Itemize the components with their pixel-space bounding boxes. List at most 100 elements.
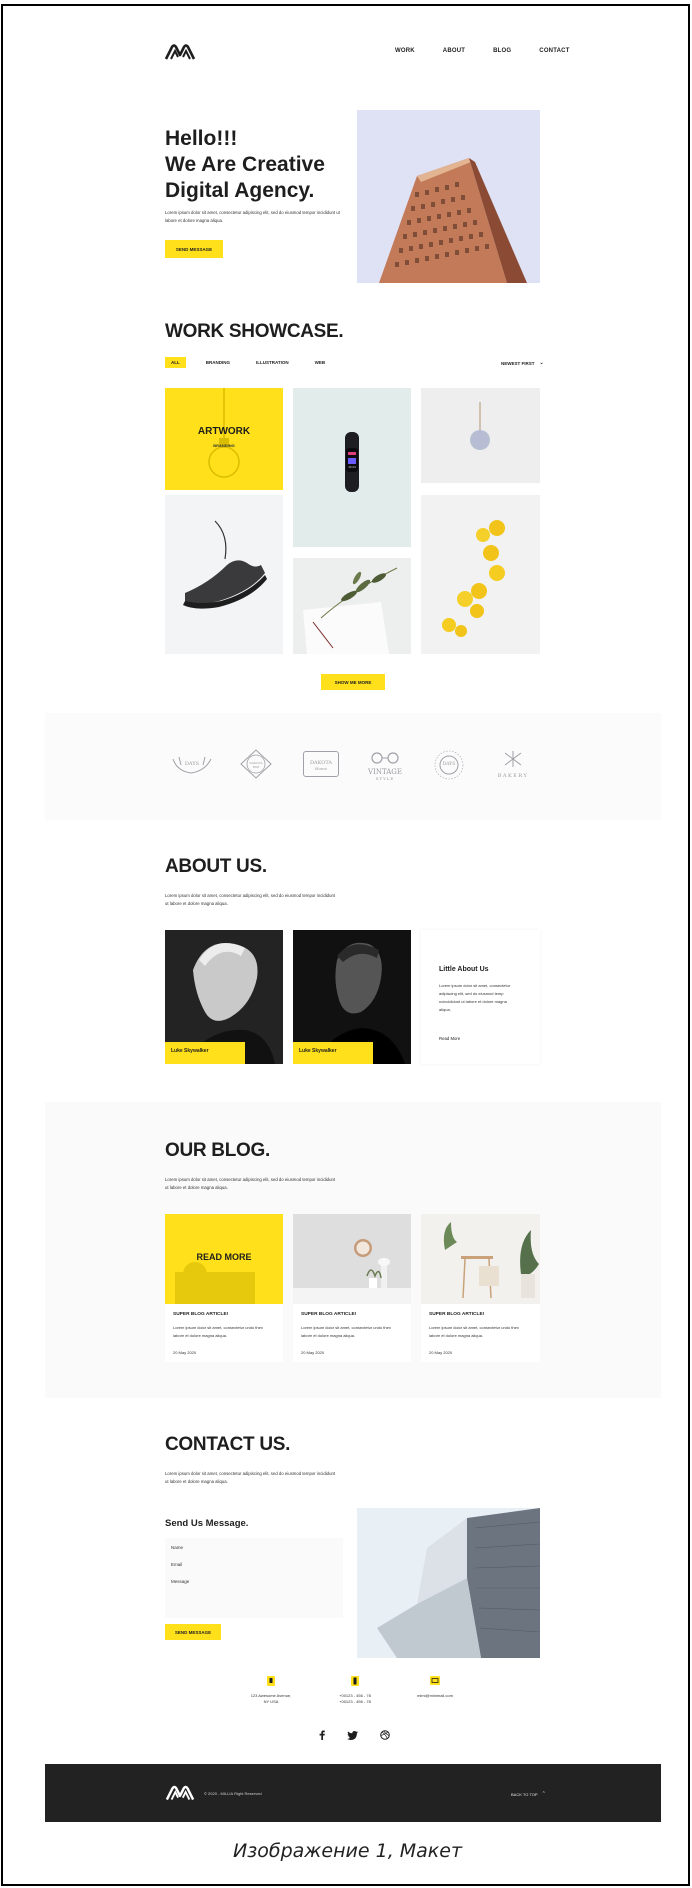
sneaker-icon [183, 520, 267, 609]
work-tile-smartwatch[interactable]: 16:24 [293, 388, 411, 547]
email-field[interactable]: Email [171, 1562, 339, 1567]
team-member-1-name: Luke Skywalker [171, 1048, 209, 1054]
about-read-more-link[interactable]: Read More [439, 1036, 460, 1041]
image-caption: Изображение 1, Макет [232, 1840, 463, 1862]
blog-card-3-line1: Lorem ipsum dolor sit amet, consectetur … [429, 1325, 519, 1330]
map-pin-icon [267, 1676, 275, 1686]
phone-block: +00123 - 456 - 78 +00123 - 456 - 78 [327, 1676, 383, 1705]
blog-card-2-line1: Lorem ipsum dolor sit amet, consectetur … [301, 1325, 391, 1330]
email-address[interactable]: mimi@minimail.com [405, 1693, 465, 1699]
team-card-2[interactable]: Luke Skywalker [293, 930, 411, 1064]
brand-logos-band: DAYS DAKOTA RIDE DAKOTA Home VINTAGE STY… [45, 713, 661, 820]
name-field[interactable]: Name [171, 1545, 339, 1550]
work-tile-wall-lamp[interactable] [421, 388, 540, 483]
team-card-1-label: Luke Skywalker [165, 1042, 245, 1064]
sort-dropdown[interactable]: NEWEST FIRST ⌄ [501, 360, 544, 366]
brand-logo-4: VINTAGE STYLE [367, 749, 403, 781]
back-to-top-link[interactable]: BACK TO TOP ⌃ [511, 1791, 546, 1797]
footer: © 2020 - MILLIA Right Reserved BACK TO T… [45, 1764, 661, 1822]
page-frame: WORK ABOUT BLOG CONTACT Hello!!! We Are … [1, 4, 690, 1886]
contact-form-fields [165, 1538, 343, 1618]
blog-card-3-line2: labore et dolore magna aliqua. [429, 1333, 484, 1338]
about-card-line4: aliqua. [439, 1007, 451, 1012]
blog-text: Lorem ipsum dolor sit amet, consectetur … [165, 1176, 365, 1192]
brand-logo-1: DAYS [169, 753, 215, 783]
lemons-icon [442, 520, 505, 637]
hero-text-line2: labore et dolore magna aliqua. [165, 218, 224, 223]
brand-logo-4-name: VINTAGE [368, 768, 402, 776]
about-text: Lorem ipsum dolor sit amet, consectetur … [165, 892, 365, 908]
nav-work[interactable]: WORK [395, 48, 415, 54]
work-tile-leaf-card[interactable] [293, 558, 411, 654]
blog-card-3-image [421, 1214, 540, 1304]
work-tile-lemons[interactable] [421, 495, 540, 654]
clock-desk-image [293, 1239, 411, 1304]
about-card-line2: adipiscing elit, sed do eiusmod temp [439, 991, 504, 996]
nav-contact[interactable]: CONTACT [539, 48, 569, 54]
brand-logo-4-sub: STYLE [375, 776, 395, 781]
brand-logo-1-name: DAYS [184, 761, 200, 767]
phone-line2[interactable]: +00123 - 456 - 78 [327, 1699, 383, 1705]
about-text-line1: Lorem ipsum dolor sit amet, consectetur … [165, 893, 336, 898]
nav-blog[interactable]: BLOG [493, 48, 511, 54]
filter-all[interactable]: ALL [165, 357, 186, 368]
blog-card-2-image [293, 1214, 411, 1304]
brand-logo-2-sub: RIDE [252, 766, 260, 769]
work-title: WORK SHOWCASE. [165, 321, 344, 342]
hero-title: Hello!!! We Are Creative Digital Agency. [165, 126, 365, 204]
footer-logo[interactable] [165, 1784, 195, 1802]
blog-card-2-excerpt: Lorem ipsum dolor sit amet, consectetur … [301, 1324, 409, 1340]
blog-read-more-overlay[interactable]: READ MORE [165, 1252, 283, 1262]
leaf-icon [303, 567, 398, 654]
hero-building-image [357, 110, 540, 283]
team-member-2-name: Luke Skywalker [299, 1048, 337, 1054]
brand-logo-2: DAKOTA RIDE [240, 749, 272, 783]
blog-card-3[interactable]: SUPER BLOG ARTICLE! Lorem ipsum dolor si… [421, 1214, 540, 1362]
dribbble-icon[interactable] [380, 1730, 390, 1740]
work-tile-sneaker[interactable] [165, 495, 283, 654]
blog-text-line1: Lorem ipsum dolor sit amet, consectetur … [165, 1177, 336, 1182]
filter-branding[interactable]: BRANDING [200, 357, 236, 368]
blog-card-1[interactable]: READ MORE SUPER BLOG ARTICLE! Lorem ipsu… [165, 1214, 283, 1362]
blog-card-2-line2: labore et dolore magna aliqua. [301, 1333, 356, 1338]
blog-card-2-title: SUPER BLOG ARTICLE! [301, 1312, 357, 1317]
brand-logo-6: BAKERY [495, 749, 531, 779]
team-card-1[interactable]: Luke Skywalker [165, 930, 283, 1064]
artwork-subtitle: BRANDING [213, 443, 235, 448]
blog-card-1-date: 20 May 2020 [173, 1350, 197, 1355]
social-links [319, 1730, 390, 1740]
about-info-card: Little About Us Lorem ipsum dolor sit am… [421, 930, 540, 1064]
hero-text-line1: Lorem ipsum dolor sit amet, consectetur … [165, 210, 340, 215]
main-nav: WORK ABOUT BLOG CONTACT [395, 48, 570, 54]
message-field[interactable]: Message [171, 1579, 339, 1584]
hero-title-line1: Hello!!! [165, 127, 238, 150]
brand-logo-5-name: DAYS [442, 762, 456, 767]
blog-card-3-date: 20 May 2020 [429, 1350, 453, 1355]
brand-logo-3-sub: Home [314, 766, 328, 771]
show-more-button[interactable]: SHOW ME MORE [321, 674, 385, 690]
filter-illustration[interactable]: ILLUSTRATION [250, 357, 295, 368]
hero-text: Lorem ipsum dolor sit amet, consectetur … [165, 209, 355, 225]
nav-about[interactable]: ABOUT [443, 48, 465, 54]
contact-send-message-button[interactable]: SEND MESSAGE [165, 1624, 221, 1640]
work-tile-artwork[interactable]: ARTWORK BRANDING [165, 388, 283, 490]
blog-card-1-image: READ MORE [165, 1214, 283, 1304]
mail-icon [430, 1676, 440, 1685]
contact-text-line2: ut labore et dolore magna aliqua. [165, 1479, 228, 1484]
contact-building-image [357, 1508, 540, 1658]
blog-card-2[interactable]: SUPER BLOG ARTICLE! Lorem ipsum dolor si… [293, 1214, 411, 1362]
hero-title-line2: We Are Creative [165, 153, 325, 176]
twitter-icon[interactable] [347, 1730, 358, 1740]
hero-send-message-button[interactable]: SEND MESSAGE [165, 240, 223, 258]
site-logo[interactable] [164, 43, 196, 61]
facebook-icon[interactable] [319, 1730, 325, 1740]
artwork-title: ARTWORK [197, 426, 251, 437]
about-card-line3: ncincididunt ut labore et dolore magna [439, 999, 507, 1004]
blog-card-1-line2: labore et dolore magna aliqua. [173, 1333, 228, 1338]
team-card-2-label: Luke Skywalker [293, 1042, 373, 1064]
address-block: 123 Awesome Avenue, NY USA [243, 1676, 299, 1705]
filter-web[interactable]: WEB [309, 357, 332, 368]
chevron-down-icon: ⌄ [539, 360, 544, 366]
blog-text-line2: ut labore et dolore magna aliqua. [165, 1185, 228, 1190]
blog-title: OUR BLOG. [165, 1140, 270, 1161]
